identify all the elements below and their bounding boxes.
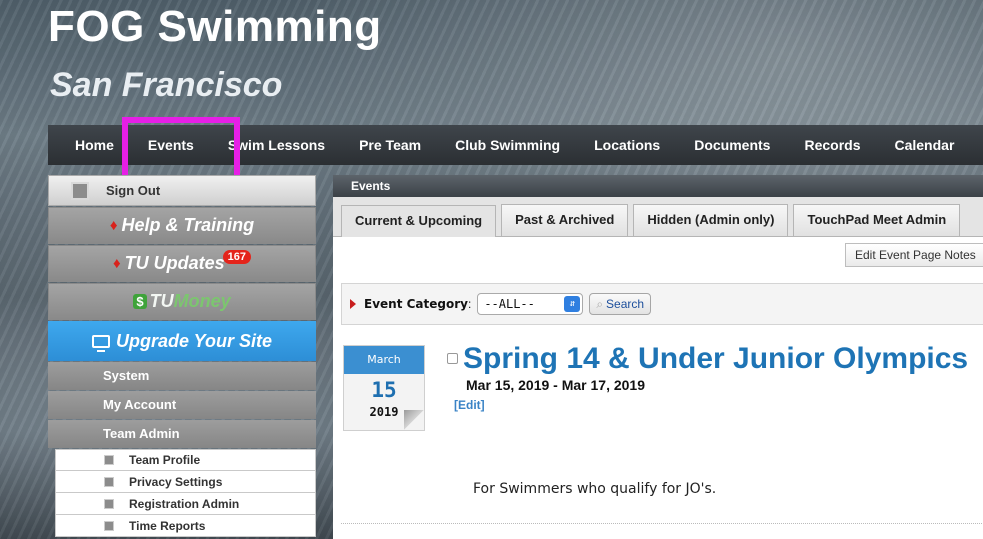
bullet-icon [104, 498, 114, 509]
dollar-icon: $ [133, 294, 147, 309]
monitor-icon [91, 334, 110, 352]
tu-updates-label: TU Updates [124, 253, 225, 273]
sidebar-section-system[interactable]: System [48, 362, 316, 390]
page-curl [404, 410, 424, 430]
sidebar-item-label: Team Profile [129, 453, 201, 467]
help-training-label: Help & Training [121, 215, 255, 235]
event-filter-bar: Event Category: --ALL-- ⇵ ⌕ Search [341, 283, 983, 325]
sidebar-item-time-reports[interactable]: Time Reports [55, 515, 316, 537]
bullet-icon [104, 476, 114, 487]
event-date-card: March 15 2019 [343, 345, 425, 431]
admin-sidebar: Sign Out ♦ Help & Training ♦ TU Updates … [48, 175, 316, 537]
nav-item-events[interactable]: Events [131, 125, 211, 165]
nav-item-locations[interactable]: Locations [577, 125, 677, 165]
tumoney-tu: TU [149, 291, 174, 311]
event-description: For Swimmers who qualify for JO's. [473, 481, 717, 497]
sign-out-icon [71, 181, 89, 200]
sign-out-button[interactable]: Sign Out [48, 175, 316, 206]
event-edit-link[interactable]: [Edit] [454, 398, 485, 412]
event-divider [341, 523, 983, 524]
bullet-icon [104, 520, 114, 531]
help-training-button[interactable]: ♦ Help & Training [48, 207, 316, 244]
tumoney-money: Money [173, 291, 231, 311]
flame-icon: ♦ [109, 217, 118, 234]
events-panel: Events Current & Upcoming Past & Archive… [333, 175, 983, 539]
sidebar-item-privacy-settings[interactable]: Privacy Settings [55, 471, 316, 493]
sidebar-section-team-admin[interactable]: Team Admin [48, 420, 316, 448]
date-month: March [344, 346, 424, 374]
nav-item-club-swimming[interactable]: Club Swimming [438, 125, 577, 165]
nav-item-calendar[interactable]: Calendar [877, 125, 971, 165]
event-select-checkbox[interactable] [447, 353, 458, 364]
search-label: Search [606, 297, 645, 311]
search-button[interactable]: ⌕ Search [589, 293, 652, 315]
tumoney-button[interactable]: $ TU Money [48, 283, 316, 320]
tab-current-upcoming[interactable]: Current & Upcoming [341, 205, 497, 237]
tab-past-archived[interactable]: Past & Archived [501, 204, 629, 236]
select-arrows-icon: ⇵ [564, 296, 581, 312]
nav-item-pre-team[interactable]: Pre Team [342, 125, 438, 165]
select-value: --ALL-- [484, 297, 535, 311]
site-title: FOG Swimming [48, 2, 382, 51]
nav-item-documents[interactable]: Documents [677, 125, 787, 165]
upgrade-label: Upgrade Your Site [115, 330, 273, 351]
sign-out-label: Sign Out [106, 183, 161, 198]
updates-count-badge: 167 [222, 249, 252, 264]
sidebar-item-team-profile[interactable]: Team Profile [55, 449, 316, 471]
nav-item-home[interactable]: Home [48, 125, 131, 165]
site-subtitle: San Francisco [50, 66, 283, 104]
sidebar-item-label: Privacy Settings [129, 474, 223, 489]
label-colon: : [467, 297, 472, 311]
main-nav: Home Events Swim Lessons Pre Team Club S… [48, 125, 983, 165]
tab-touchpad-meet-admin[interactable]: TouchPad Meet Admin [793, 204, 961, 236]
expand-triangle-icon[interactable] [350, 299, 356, 309]
event-date-range: Mar 15, 2019 - Mar 17, 2019 [466, 377, 646, 393]
nav-item-records[interactable]: Records [787, 125, 877, 165]
edit-event-notes-button[interactable]: Edit Event Page Notes [845, 243, 983, 267]
sidebar-section-my-account[interactable]: My Account [48, 391, 316, 419]
search-icon: ⌕ [596, 297, 604, 311]
nav-item-swim-lessons[interactable]: Swim Lessons [211, 125, 342, 165]
bullet-icon [104, 455, 114, 465]
events-tabs: Current & Upcoming Past & Archived Hidde… [333, 197, 983, 237]
event-category-select[interactable]: --ALL-- ⇵ [477, 293, 584, 315]
panel-header: Events [333, 175, 983, 197]
tab-hidden-admin[interactable]: Hidden (Admin only) [633, 204, 789, 236]
sidebar-item-registration-admin[interactable]: Registration Admin [55, 493, 316, 515]
upgrade-site-button[interactable]: Upgrade Your Site [48, 321, 316, 361]
tu-updates-button[interactable]: ♦ TU Updates 167 [48, 245, 316, 282]
event-title-link[interactable]: Spring 14 & Under Junior Olympics [463, 342, 968, 376]
sidebar-item-label: Time Reports [129, 518, 206, 533]
flame-icon: ♦ [112, 255, 121, 272]
sidebar-item-label: Registration Admin [129, 496, 240, 511]
date-day: 15 [371, 378, 397, 402]
event-category-label: Event Category [364, 297, 468, 311]
